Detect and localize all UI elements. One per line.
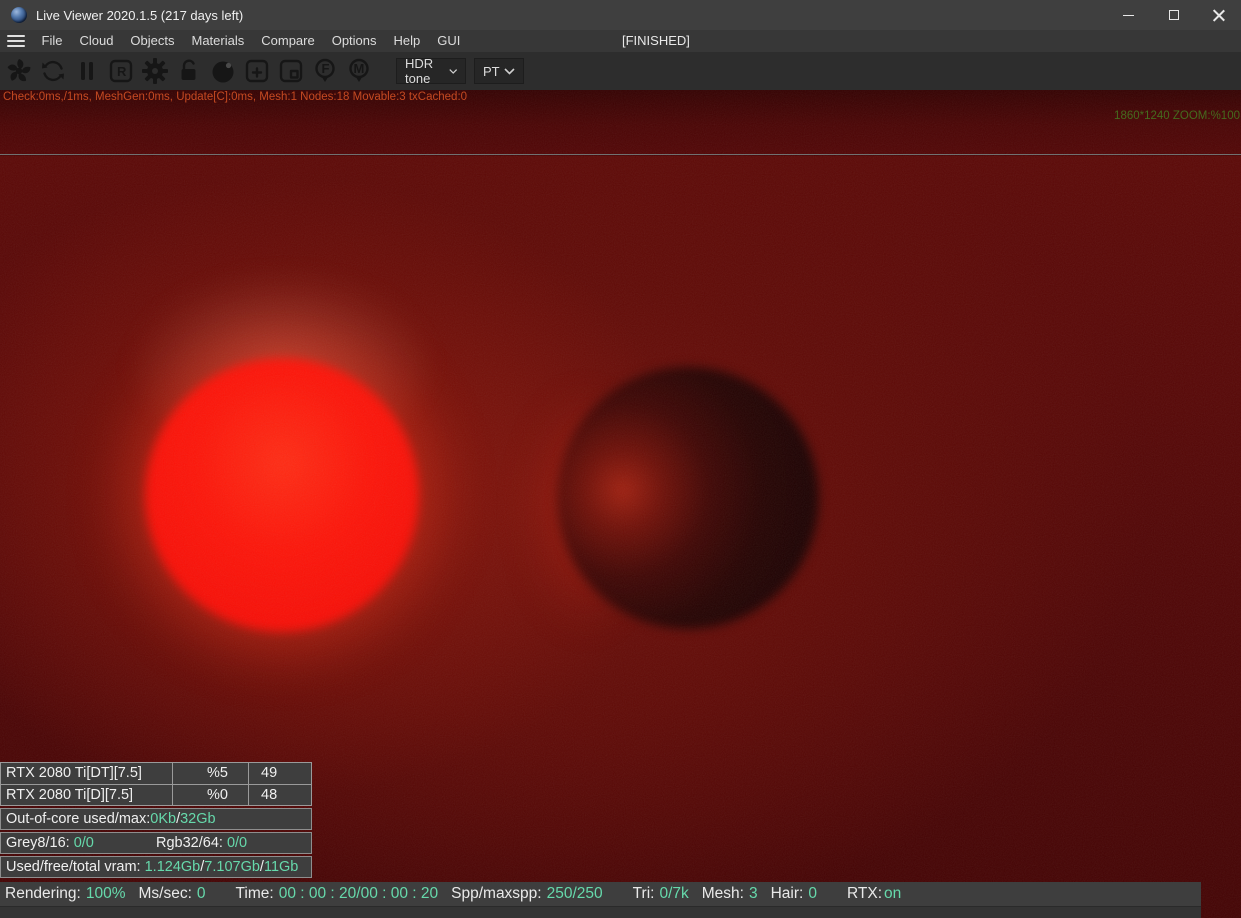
refresh-render-icon[interactable]: [36, 52, 70, 90]
window-controls: [1106, 0, 1241, 30]
kernel-dropdown[interactable]: PT: [474, 58, 524, 84]
gpu-load: %5: [173, 763, 249, 784]
status-rtx: RTX: on: [846, 885, 902, 902]
add-render-region-icon[interactable]: [240, 52, 274, 90]
hdr-tone-value: HDR tone: [405, 56, 434, 86]
kernel-value: PT: [483, 63, 500, 79]
close-icon: [1213, 9, 1225, 21]
status-mesh: Mesh: 3: [701, 885, 758, 902]
grey-tex-value: 0/0: [73, 835, 94, 851]
gpu-stats-panel: RTX 2080 Ti[DT][7.5] %5 49 RTX 2080 Ti[D…: [0, 762, 312, 880]
restart-render-icon[interactable]: R: [104, 52, 138, 90]
render-viewport[interactable]: Check:0ms,/1ms, MeshGen:0ms, Update[C]:0…: [0, 90, 1241, 918]
rendered-sphere-dark: [557, 367, 819, 629]
out-of-core-used: 0Kb: [150, 811, 177, 827]
octane-logo-icon[interactable]: [2, 52, 36, 90]
vram-label: Used/free/total vram:: [6, 859, 141, 875]
material-picker-icon[interactable]: M: [342, 52, 376, 90]
menu-objects[interactable]: Objects: [122, 30, 183, 52]
close-button[interactable]: [1196, 0, 1241, 30]
menu-materials[interactable]: Materials: [183, 30, 253, 52]
gpu-temperature: 49: [261, 765, 278, 781]
out-of-core-row: Out-of-core used/max:0Kb/32Gb: [0, 808, 312, 830]
status-tri: Tri: 0/7k: [632, 885, 689, 902]
octane-app-icon: [11, 7, 27, 23]
gpu-name: RTX 2080 Ti[D][7.5]: [1, 785, 173, 805]
render-check-stats: Check:0ms,/1ms, MeshGen:0ms, Update[C]:0…: [3, 91, 468, 103]
maximize-button[interactable]: [1151, 0, 1196, 30]
maximize-icon: [1168, 10, 1179, 20]
material-ball-icon[interactable]: [206, 52, 240, 90]
gpu-load: %0: [173, 785, 249, 805]
chevron-down-icon: [448, 68, 457, 74]
rgb-tex-label: Rgb32/64:: [156, 835, 223, 851]
status-bar-lower-strip: [0, 906, 1201, 918]
rgb-tex-value: 0/0: [226, 835, 248, 851]
render-status-bar: Rendering: 100% Ms/sec: 0 Time: 00 : 00 : 20/…: [0, 882, 1201, 906]
gpu-name: RTX 2080 Ti[DT][7.5]: [1, 763, 173, 784]
vram-used: 1.124Gb: [144, 859, 201, 875]
pick-render-region-icon[interactable]: [274, 52, 308, 90]
vram-free: 7.107Gb: [204, 859, 260, 875]
vram-row: Used/free/total vram: 1.124Gb/7.107Gb/11…: [0, 856, 312, 878]
live-viewer-window: Live Viewer 2020.1.5 (217 days left) Fil…: [0, 0, 1241, 918]
gpu-row-1: RTX 2080 Ti[D][7.5] %0 48: [1, 784, 311, 805]
hamburger-menu-icon[interactable]: [7, 35, 25, 47]
menu-cloud[interactable]: Cloud: [71, 30, 122, 52]
menu-compare[interactable]: Compare: [253, 30, 323, 52]
menu-options[interactable]: Options: [323, 30, 385, 52]
gpu-row-0: RTX 2080 Ti[DT][7.5] %5 49: [1, 763, 311, 784]
svg-text:R: R: [117, 64, 127, 79]
chevron-down-icon: [504, 67, 515, 75]
titlebar: Live Viewer 2020.1.5 (217 days left): [0, 0, 1241, 30]
focus-picker-icon[interactable]: F: [308, 52, 342, 90]
vram-total: 11Gb: [263, 859, 299, 875]
status-spp: Spp/maxspp: 250/250: [451, 885, 603, 902]
menu-file[interactable]: File: [33, 30, 71, 52]
gpu-temperature: 48: [261, 787, 278, 803]
status-hair: Hair: 0: [770, 885, 817, 902]
grey-tex-label: Grey8/16:: [6, 835, 70, 851]
menubar: File Cloud Objects Materials Compare Opt…: [0, 30, 1241, 52]
status-time: Time: 00 : 00 : 20/00 : 00 : 20: [235, 885, 439, 902]
menu-help[interactable]: Help: [385, 30, 429, 52]
svg-text:F: F: [322, 61, 330, 76]
render-state-label: [FINISHED]: [622, 33, 690, 48]
svg-text:M: M: [354, 61, 365, 76]
lock-resolution-icon[interactable]: [172, 52, 206, 90]
minimize-icon: [1123, 14, 1134, 16]
texture-usage-row: Grey8/16: 0/0 Rgb32/64: 0/0: [0, 832, 312, 854]
gpu-device-table: RTX 2080 Ti[DT][7.5] %5 49 RTX 2080 Ti[D…: [0, 762, 312, 806]
menu-gui[interactable]: GUI: [429, 30, 469, 52]
hdr-tone-dropdown[interactable]: HDR tone: [396, 56, 466, 86]
resolution-zoom-label: 1860*1240 ZOOM:%100: [1114, 110, 1240, 122]
rendered-sphere-emissive: [145, 358, 419, 632]
pause-render-icon[interactable]: [70, 52, 104, 90]
out-of-core-label: Out-of-core used/max:: [6, 811, 151, 827]
status-rendering: Rendering: 100%: [5, 885, 126, 902]
rgb-tex-group: Rgb32/64: 0/0: [156, 833, 247, 853]
minimize-button[interactable]: [1106, 0, 1151, 30]
toolbar: R F M HDR tone PT: [0, 52, 1241, 90]
out-of-core-max: 32Gb: [180, 811, 216, 827]
status-ms-sec: Ms/sec: 0: [138, 885, 206, 902]
window-title: Live Viewer 2020.1.5 (217 days left): [36, 7, 244, 23]
kernel-settings-gear-icon[interactable]: [138, 52, 172, 90]
